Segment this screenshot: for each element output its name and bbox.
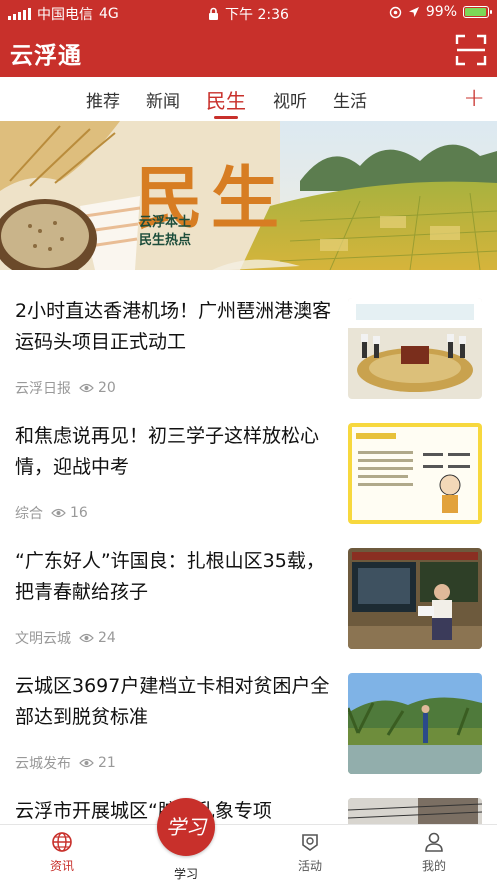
news-title[interactable]: 2小时直达香港机场！广州琶洲港澳客运码头项目正式动工 xyxy=(15,296,333,358)
active-tab-indicator xyxy=(214,116,238,119)
clock-label: 下午 2:36 xyxy=(225,7,289,23)
tab-livelihood[interactable]: 民生 xyxy=(206,85,246,114)
user-icon xyxy=(425,832,443,852)
tab-news[interactable]: 新闻 xyxy=(146,87,180,112)
eye-icon xyxy=(79,633,94,643)
study-button[interactable]: 学习 xyxy=(157,798,215,856)
news-views: 24 xyxy=(98,630,116,646)
eye-icon xyxy=(51,508,66,518)
nav-label: 资讯 xyxy=(49,859,74,873)
nav-label: 我的 xyxy=(421,859,446,873)
news-thumbnail[interactable] xyxy=(348,548,482,649)
app-title: 云浮通 xyxy=(10,43,82,69)
nav-label: 活动 xyxy=(297,859,322,873)
news-thumbnail[interactable] xyxy=(348,673,482,774)
news-title[interactable]: “广东好人”许国良：扎根山区35载，把青春献给孩子 xyxy=(15,546,333,608)
news-title[interactable]: 和焦虑说再见！初三学子这样放松心情，迎战中考 xyxy=(15,421,333,483)
banner[interactable]: 民生 云浮本土 民生热点 xyxy=(0,121,497,270)
location-icon xyxy=(408,7,419,17)
status-bar: 中国电信 4G 下午 2:36 99% xyxy=(0,0,497,24)
news-views: 21 xyxy=(98,755,116,771)
nav-mine[interactable]: 我的 xyxy=(394,831,474,874)
news-item[interactable]: 2小时直达香港机场！广州琶洲港澳客运码头项目正式动工 云浮日报 20 xyxy=(0,270,497,399)
tab-life[interactable]: 生活 xyxy=(333,87,367,112)
add-channel-icon[interactable]: + xyxy=(463,83,485,113)
eye-icon xyxy=(79,758,94,768)
globe-icon xyxy=(52,832,72,852)
activity-icon xyxy=(302,834,318,851)
banner-subtitle-2: 民生热点 xyxy=(139,233,192,248)
bottom-nav: 资讯 活动 我的 xyxy=(0,824,497,883)
eye-icon xyxy=(79,383,94,393)
header-bar: 中国电信 4G 下午 2:36 99% 云浮通 xyxy=(0,0,497,77)
study-label[interactable]: 学习 xyxy=(146,865,226,882)
battery-percent: 99% xyxy=(425,4,457,20)
news-item[interactable]: 云城区3697户建档立卡相对贫困户全部达到脱贫标准 云城发布 21 xyxy=(0,645,497,774)
news-views: 20 xyxy=(98,380,116,396)
battery-fill xyxy=(465,8,486,16)
tab-video[interactable]: 视听 xyxy=(273,87,307,112)
news-views: 16 xyxy=(70,505,88,521)
news-thumbnail[interactable] xyxy=(348,298,482,399)
channel-tabs: 推荐 新闻 民生 视听 生活 + xyxy=(0,77,497,121)
news-item[interactable]: 和焦虑说再见！初三学子这样放松心情，迎战中考 综合 16 xyxy=(0,395,497,524)
nav-activity[interactable]: 活动 xyxy=(270,831,350,874)
nav-news[interactable]: 资讯 xyxy=(22,831,102,874)
rotation-lock-icon xyxy=(389,6,402,18)
news-title[interactable]: 云城区3697户建档立卡相对贫困户全部达到脱贫标准 xyxy=(15,671,333,733)
banner-subtitle-1: 云浮本土 xyxy=(139,215,192,230)
tab-recommend[interactable]: 推荐 xyxy=(86,87,120,112)
news-item[interactable]: “广东好人”许国良：扎根山区35载，把青春献给孩子 文明云城 24 xyxy=(0,520,497,649)
news-thumbnail[interactable] xyxy=(348,423,482,524)
battery-icon xyxy=(463,6,492,18)
scan-icon[interactable] xyxy=(455,34,487,66)
lock-icon xyxy=(209,7,219,20)
